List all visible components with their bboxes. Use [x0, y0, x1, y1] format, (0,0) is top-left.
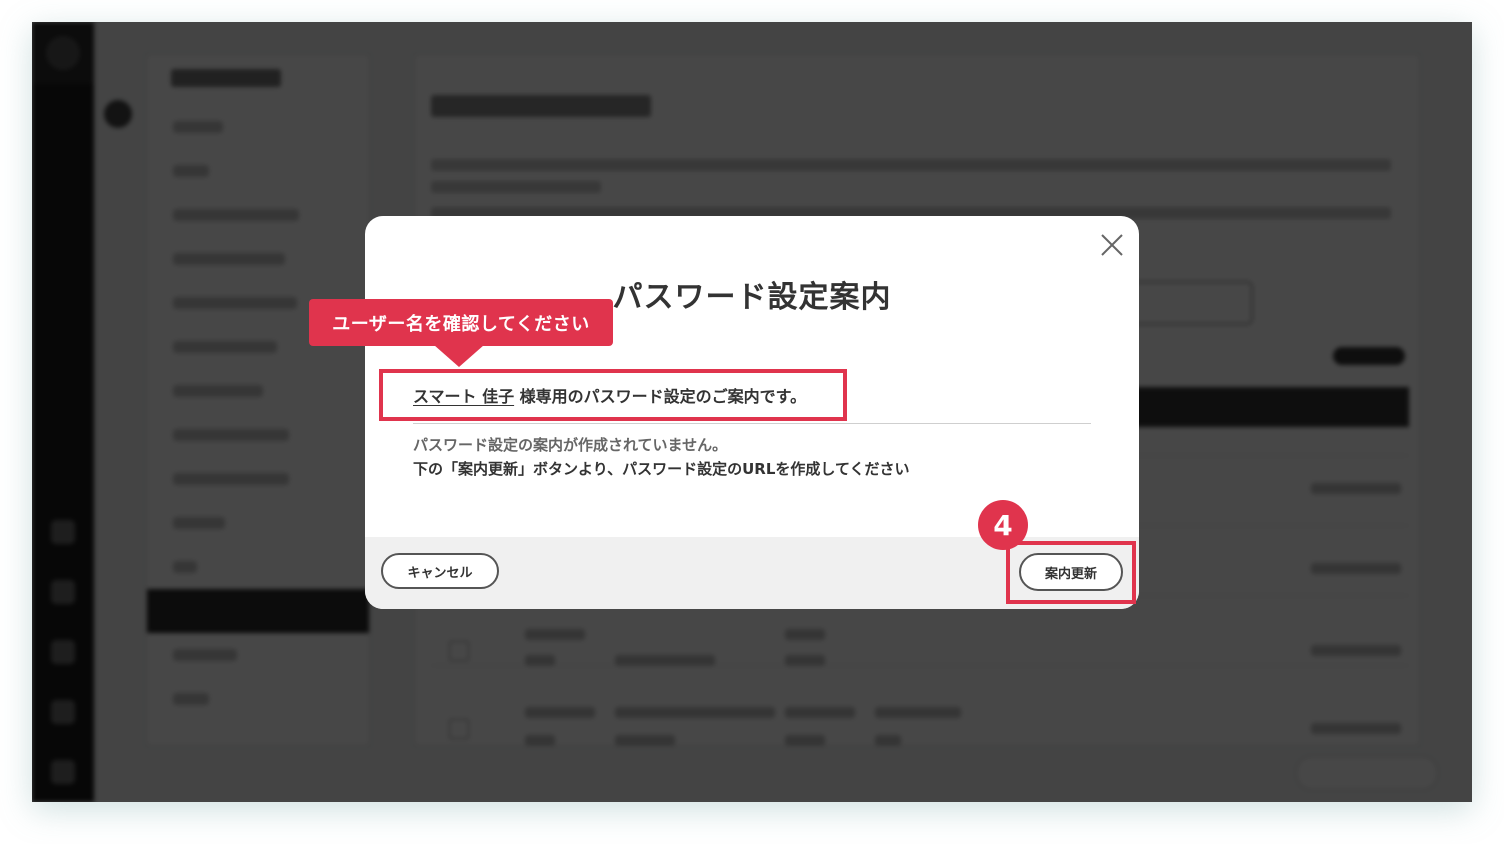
- user-highlight-box: [379, 369, 847, 421]
- callout-pointer: [434, 345, 484, 367]
- screenshot-frame: パスワード設定案内 スマート 佳子 様専用のパスワード設定のご案内です。 パスワ…: [32, 22, 1472, 802]
- cancel-button[interactable]: キャンセル: [381, 553, 499, 589]
- divider: [413, 423, 1091, 424]
- close-icon: [1101, 234, 1123, 256]
- callout-label: ユーザー名を確認してください: [309, 299, 613, 346]
- status-message: パスワード設定の案内が作成されていません。: [413, 436, 728, 454]
- close-button[interactable]: [1099, 232, 1125, 258]
- button-highlight-box: [1006, 541, 1136, 604]
- step-number-badge: 4: [978, 500, 1028, 550]
- instruction-message: 下の「案内更新」ボタンより、パスワード設定のURLを作成してください: [413, 460, 910, 478]
